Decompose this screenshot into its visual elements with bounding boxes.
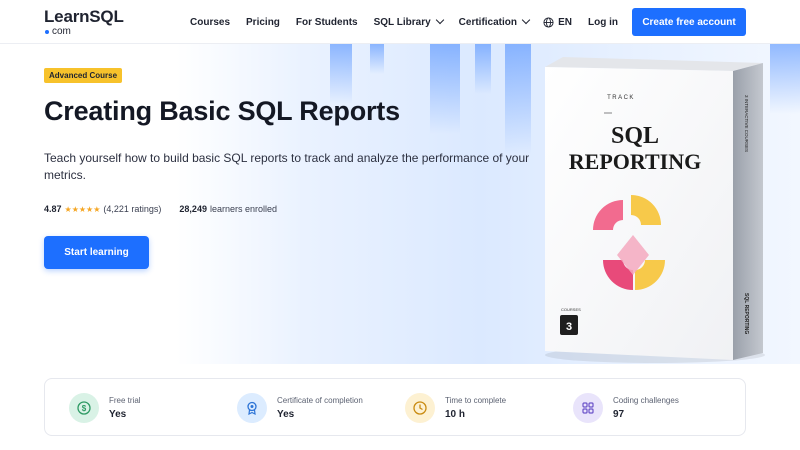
box-side-bottom-text: SQL REPORTING [743,293,749,334]
course-description: Teach yourself how to build basic SQL re… [44,151,530,182]
learners-count: 28,249 [179,204,207,214]
decor-streak [505,44,531,154]
globe-icon [543,16,554,28]
decor-streak [370,44,384,74]
dollar-icon: $ [69,393,99,423]
certificate-icon [237,393,267,423]
feature-time: Time to complete 10 h [405,391,506,425]
feature-label: Free trial [109,395,141,405]
course-features: $ Free trial Yes Certificate of completi… [44,378,746,436]
language-selector[interactable]: EN [543,17,572,28]
box-track-label: TRACK [607,95,635,101]
logo-domain: com [45,27,71,37]
feature-label: Time to complete [445,395,507,405]
course-box-illustration: TRACK SQL REPORTING COURSES 3 3 INTERACT… [545,57,765,363]
feature-certificate: Certificate of completion Yes [237,391,363,425]
nav-certification[interactable]: Certification [459,15,531,28]
box-courses-label: COURSES [561,307,581,312]
box-title-line2: REPORTING [569,149,701,174]
nav-pricing[interactable]: Pricing [246,17,280,28]
feature-value: Yes [277,408,295,420]
chevron-down-icon [521,15,531,25]
ratings-count: (4,221 ratings) [103,204,162,214]
nav-courses[interactable]: Courses [190,17,230,28]
rating-stars-icon: ★★★★★ [64,204,101,214]
box-courses-count: 3 [566,321,572,333]
feature-challenges: Coding challenges 97 [573,391,679,425]
nav-actions: EN Log in Create free account [543,8,746,36]
grid-icon [573,393,603,423]
main-menu: Courses Pricing For Students SQL Library… [190,0,545,44]
level-badge: Advanced Course [44,68,123,83]
learnsql-logo[interactable]: LearnSQL com [44,8,124,38]
decor-streak [430,44,460,134]
feature-value: 10 h [445,408,466,420]
decor-streak [330,44,352,104]
login-link[interactable]: Log in [588,17,618,28]
learners-label: learners enrolled [209,204,277,214]
create-account-button[interactable]: Create free account [632,8,746,36]
decor-streak [475,44,491,94]
hero-section: Advanced Course Creating Basic SQL Repor… [0,44,800,364]
feature-label: Coding challenges [613,395,679,405]
svg-text:$: $ [82,404,87,413]
box-side-top-text: 3 INTERACTIVE COURSES [744,95,749,152]
page-title: Creating Basic SQL Reports [44,96,400,126]
nav-sql-library[interactable]: SQL Library [374,15,444,28]
top-navbar: LearnSQL com Courses Pricing For Student… [0,0,800,44]
box-title-line1: SQL [611,123,659,149]
logo-wordmark: LearnSQL [44,7,124,26]
chevron-down-icon [435,15,444,25]
start-learning-button[interactable]: Start learning [44,236,149,269]
decor-streak [770,44,800,114]
feature-value: 97 [613,408,625,420]
feature-label: Certificate of completion [277,395,363,405]
clock-icon [405,393,435,423]
nav-for-students[interactable]: For Students [296,17,358,28]
course-stats: 4.87 ★★★★★ (4,221 ratings) 28,249 learne… [44,204,277,214]
feature-value: Yes [109,408,127,420]
rating-value: 4.87 [44,204,62,214]
feature-free-trial: $ Free trial Yes [69,391,141,425]
